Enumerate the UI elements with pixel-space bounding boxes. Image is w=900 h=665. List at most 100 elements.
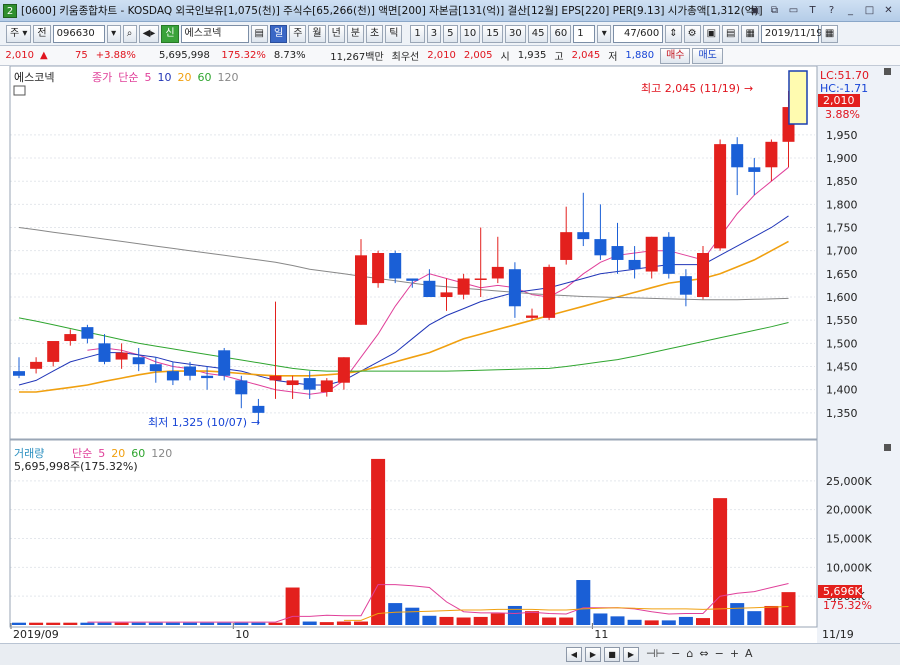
volume-bar <box>131 622 146 625</box>
candle-body <box>372 253 385 284</box>
code-dropdown-button[interactable]: ▾ <box>106 24 121 43</box>
settings-icon[interactable]: ⚙ <box>683 24 701 43</box>
interval-45[interactable]: 45 <box>527 24 549 43</box>
legend-ma5: 5 <box>145 71 152 84</box>
calendar-icon[interactable]: ▦ <box>820 24 839 43</box>
text-size-icon[interactable]: A <box>745 647 753 660</box>
period-select[interactable]: 주 ▾ <box>6 24 32 43</box>
date-input[interactable]: 2019/11/19 <box>760 24 823 43</box>
text-icon[interactable]: T <box>805 3 820 18</box>
tab-week[interactable]: 주 <box>289 24 307 43</box>
interval-input[interactable]: 1 <box>573 24 596 43</box>
price-tick-label: 1,650 <box>826 268 858 281</box>
volume-bar <box>405 607 420 625</box>
interval-5[interactable]: 5 <box>443 24 458 43</box>
volume-bar <box>302 621 317 625</box>
link-icon[interactable]: ⧉ <box>767 3 782 18</box>
interval-3[interactable]: 3 <box>426 24 442 43</box>
tab-year[interactable]: 년 <box>327 24 345 43</box>
volume-bar <box>217 622 232 625</box>
interval-15[interactable]: 15 <box>482 24 503 43</box>
help-icon[interactable]: ? <box>824 3 839 18</box>
minimize-icon[interactable]: _ <box>843 3 858 18</box>
window-title: [0600] 키움종합차트 - KOSDAQ 외국인보유[1,075(천)] 주… <box>21 5 763 17</box>
scroll-controls: ◀ ▶ ■ ▶ <box>566 647 639 662</box>
screen-icon[interactable]: ▣ <box>748 3 763 18</box>
zoom-out-icon[interactable]: − <box>715 647 724 660</box>
sell-button[interactable]: 매도 <box>692 47 723 64</box>
scroll-right-button[interactable]: ▶ <box>585 647 601 662</box>
interval-1[interactable]: 1 <box>410 24 425 43</box>
volume-bar <box>542 617 557 625</box>
volume-bar <box>661 620 676 625</box>
price-tick-label: 1,450 <box>826 361 858 374</box>
fit-icon[interactable]: ⇔ <box>699 647 708 660</box>
candle-body <box>98 343 111 362</box>
close-icon[interactable]: ✕ <box>881 3 896 18</box>
interval-dropdown-button[interactable]: ▾ <box>597 24 612 43</box>
price-tick-label: 1,500 <box>826 337 858 350</box>
last-change-label: 3.88% <box>825 108 860 121</box>
layout-icon[interactable]: ▭ <box>786 3 801 18</box>
volume-bar <box>627 619 642 625</box>
volume-bar <box>12 622 26 625</box>
price-tick-label: 1,400 <box>826 384 858 397</box>
stock-chart[interactable]: 1,350 1,400 1,450 1,500 1,550 1,600 1,650 1,700… <box>0 66 900 643</box>
count-stepper[interactable]: ⇕ <box>665 24 682 43</box>
lock-icon[interactable]: ▣ <box>702 24 721 43</box>
candle-body <box>166 371 179 381</box>
volume-bar <box>713 498 728 625</box>
scroll-left-button[interactable]: ◀ <box>566 647 582 662</box>
window-number-badge: 2 <box>3 3 17 18</box>
stop-button[interactable]: ■ <box>604 647 620 662</box>
volume-bar <box>388 603 403 625</box>
grid-icon[interactable]: ▦ <box>741 24 759 43</box>
interval-30[interactable]: 30 <box>505 24 526 43</box>
min-price-annotation: 최저 1,325 (10/07) <box>148 416 247 429</box>
candle <box>218 347 231 381</box>
low-label: 저 <box>608 52 618 63</box>
price-tick-label: 1,850 <box>826 175 858 188</box>
high-price: 2,045 <box>571 50 601 61</box>
tab-day[interactable]: 일 <box>269 24 288 43</box>
volume-bar <box>764 605 779 625</box>
volume-bar <box>234 622 249 625</box>
maximize-icon[interactable]: □ <box>862 3 877 18</box>
low-price: 1,880 <box>625 50 655 61</box>
count-input[interactable]: 47/600 <box>613 24 664 43</box>
zoom-in-icon[interactable]: + <box>730 647 739 660</box>
prev-button[interactable]: 전 <box>33 24 51 43</box>
candle <box>714 139 727 251</box>
list-icon[interactable]: ▤ <box>250 24 268 43</box>
stock-code-input[interactable]: 096630 <box>52 24 105 43</box>
volume-bar <box>781 592 796 625</box>
candle-body <box>47 341 60 362</box>
range-icon[interactable]: ⊣⊢ <box>646 647 665 660</box>
save-icon[interactable]: ▤ <box>722 24 740 43</box>
candle-body <box>184 366 196 376</box>
volume-bar <box>730 603 745 625</box>
search-icon[interactable]: ⌕ <box>122 24 137 43</box>
candle-body <box>13 371 25 376</box>
change-percent: +3.88% <box>95 50 136 61</box>
tab-second[interactable]: 초 <box>366 24 384 43</box>
interval-10[interactable]: 10 <box>459 24 481 43</box>
price-tick-label: 1,600 <box>826 291 858 304</box>
zoom-out-small-icon[interactable]: − <box>671 647 680 660</box>
volume-bar <box>696 618 710 625</box>
candle <box>543 264 556 321</box>
sound-icon[interactable]: ◀▸ <box>138 24 160 43</box>
legend-simple: 단순 <box>118 71 138 84</box>
buy-button[interactable]: 매수 <box>660 47 691 64</box>
trade-amount: 11,267백만 <box>330 52 384 63</box>
play-button[interactable]: ▶ <box>623 647 639 662</box>
tab-tick[interactable]: 틱 <box>385 24 403 43</box>
price-panel-scroll-icon <box>884 68 891 75</box>
period-select-label: 주 <box>10 27 20 39</box>
best-bid: 2,005 <box>463 50 493 61</box>
home-icon[interactable]: ⌂ <box>686 647 693 660</box>
open-label: 시 <box>500 52 510 63</box>
interval-60[interactable]: 60 <box>550 24 572 43</box>
tab-month[interactable]: 월 <box>308 24 326 43</box>
tab-minute[interactable]: 분 <box>346 24 364 43</box>
